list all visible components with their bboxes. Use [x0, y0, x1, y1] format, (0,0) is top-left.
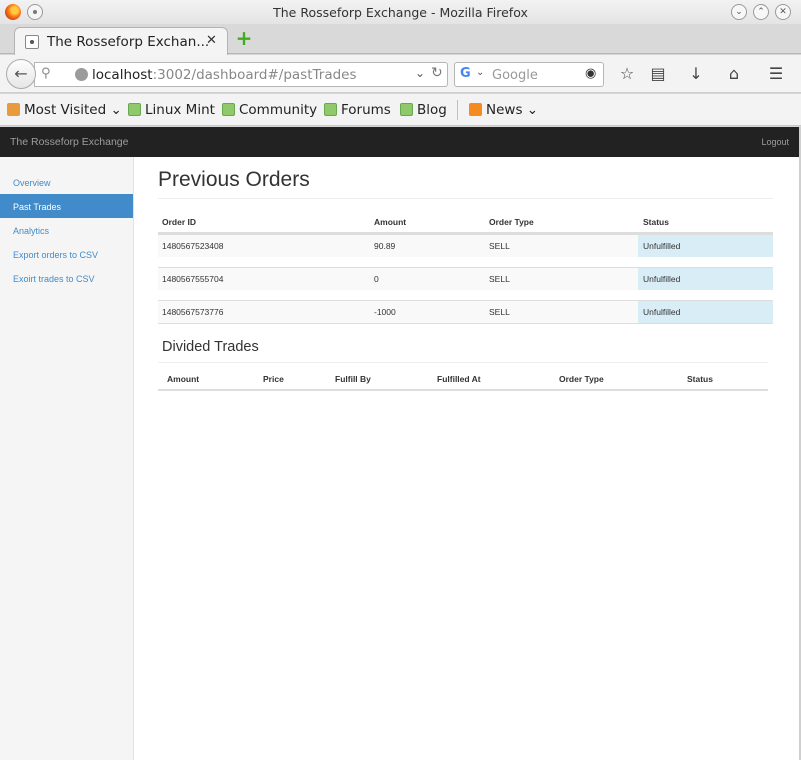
- bookmark-most-visited[interactable]: Most Visited ⌄: [7, 102, 122, 118]
- url-dropdown-chevron-icon[interactable]: ⌄: [415, 66, 425, 80]
- minimize-button[interactable]: ⌄: [731, 4, 747, 20]
- table-row: 1480567573776 -1000 SELL Unfulfilled: [158, 300, 773, 323]
- sidebar-item-export-orders[interactable]: Export orders to CSV: [0, 242, 133, 266]
- browser-tab[interactable]: The Rosseforp Exchan... ✕: [14, 27, 228, 55]
- order-type-cell: SELL: [489, 307, 510, 317]
- table-row: 1480567523408 90.89 SELL Unfulfilled: [158, 234, 773, 257]
- url-path: :3002/dashboard#/pastTrades: [152, 67, 357, 83]
- close-tab-icon[interactable]: ✕: [206, 33, 217, 48]
- column-header-fulfilled-at: Fulfilled At: [437, 374, 481, 384]
- sidebar-item-analytics[interactable]: Analytics: [0, 218, 133, 242]
- bookmark-label: Forums: [341, 102, 391, 118]
- bookmark-label: Blog: [417, 102, 447, 118]
- order-id-cell: 1480567523408: [162, 241, 224, 251]
- title-divider: [158, 198, 773, 199]
- chevron-down-icon: ⌄: [110, 102, 122, 118]
- trades-title-divider: [158, 362, 768, 363]
- app-navbar: The Rosseforp Exchange Logout: [0, 127, 799, 157]
- amount-cell: 0: [374, 274, 379, 284]
- search-engine-chevron-icon[interactable]: ⌄: [476, 67, 484, 78]
- bookmark-label: Linux Mint: [145, 102, 215, 118]
- bookmark-label: Community: [239, 102, 318, 118]
- sidebar-item-past-trades[interactable]: Past Trades: [0, 194, 133, 218]
- bookmark-community[interactable]: Community: [222, 102, 317, 118]
- reload-icon[interactable]: ↻: [431, 65, 443, 81]
- rss-icon: [469, 103, 482, 116]
- maximize-button[interactable]: ⌃: [753, 4, 769, 20]
- url-host: localhost: [92, 67, 153, 83]
- amount-cell: 90.89: [374, 241, 396, 251]
- column-header-price: Price: [263, 374, 284, 384]
- search-bar[interactable]: G ⌄ Google ◉: [454, 62, 604, 87]
- sidebar: Overview Past Trades Analytics Export or…: [0, 157, 134, 760]
- url-bar[interactable]: ⚲ localhost:3002/dashboard#/pastTrades ⌄…: [34, 62, 448, 87]
- column-header-fulfill-by: Fulfill By: [335, 374, 371, 384]
- home-icon[interactable]: ⌂: [724, 65, 744, 85]
- status-cell: Unfulfilled: [638, 235, 773, 257]
- table-bottom-border: [158, 323, 773, 324]
- bookmarks-separator: [457, 100, 458, 120]
- sidebar-item-overview[interactable]: Overview: [0, 170, 133, 194]
- back-button[interactable]: ←: [6, 59, 36, 89]
- bookmark-blog[interactable]: Blog: [400, 102, 447, 118]
- column-header-amount: Amount: [374, 217, 407, 227]
- trades-section-title: Divided Trades: [162, 339, 259, 355]
- url-text[interactable]: localhost:3002/dashboard#/pastTrades: [92, 67, 357, 83]
- column-header-order-id: Order ID: [162, 217, 197, 227]
- orders-table-header: Order ID Amount Order Type Status: [158, 213, 773, 234]
- binoculars-icon[interactable]: ◉: [585, 66, 596, 81]
- column-header-status: Status: [687, 374, 713, 384]
- table-row: 1480567555704 0 SELL Unfulfilled: [158, 267, 773, 290]
- bookmark-linux-mint[interactable]: Linux Mint: [128, 102, 215, 118]
- reading-list-icon[interactable]: ▤: [648, 65, 668, 85]
- new-tab-plus-icon[interactable]: +: [235, 28, 253, 48]
- status-text: Unfulfilled: [643, 307, 681, 317]
- main-content: Previous Orders Order ID Amount Order Ty…: [134, 157, 799, 760]
- bookmark-star-icon[interactable]: ☆: [617, 65, 637, 85]
- page-favicon-icon: [25, 35, 39, 49]
- search-placeholder: Google: [492, 68, 538, 83]
- chevron-down-icon: ⌄: [526, 102, 539, 118]
- google-g-icon[interactable]: G: [460, 66, 471, 81]
- tab-strip: The Rosseforp Exchan... ✕ +: [0, 24, 801, 55]
- bookmark-news[interactable]: News ⌄: [469, 102, 538, 118]
- status-cell: Unfulfilled: [638, 268, 773, 290]
- column-header-order-type: Order Type: [559, 374, 604, 384]
- window-titlebar: The Rosseforp Exchange - Mozilla Firefox…: [0, 0, 801, 24]
- status-text: Unfulfilled: [643, 241, 681, 251]
- bookmark-label: Most Visited: [24, 102, 107, 118]
- logout-link[interactable]: Logout: [761, 137, 789, 147]
- trades-table-header: Amount Price Fulfill By Fulfilled At Ord…: [158, 370, 768, 391]
- mint-icon: [128, 103, 141, 116]
- column-header-status: Status: [643, 217, 669, 227]
- order-id-cell: 1480567555704: [162, 274, 224, 284]
- orders-table: Order ID Amount Order Type Status 148056…: [158, 213, 773, 324]
- bookmark-label: News: [486, 102, 523, 118]
- order-type-cell: SELL: [489, 241, 510, 251]
- column-header-order-type: Order Type: [489, 217, 534, 227]
- page-title: Previous Orders: [158, 168, 310, 191]
- navigation-toolbar: ⚲ localhost:3002/dashboard#/pastTrades ⌄…: [0, 55, 801, 93]
- globe-icon: [75, 68, 88, 81]
- downloads-arrow-icon[interactable]: ↓: [686, 65, 706, 85]
- amount-cell: -1000: [374, 307, 396, 317]
- sidebar-item-export-trades[interactable]: Exoirt trades to CSV: [0, 266, 133, 290]
- status-cell: Unfulfilled: [638, 301, 773, 323]
- status-text: Unfulfilled: [643, 274, 681, 284]
- folder-icon: [7, 103, 20, 116]
- mint-icon: [400, 103, 413, 116]
- close-window-button[interactable]: ✕: [775, 4, 791, 20]
- window-title: The Rosseforp Exchange - Mozilla Firefox: [273, 5, 528, 20]
- mint-icon: [222, 103, 235, 116]
- mint-icon: [324, 103, 337, 116]
- bookmark-forums[interactable]: Forums: [324, 102, 391, 118]
- order-id-cell: 1480567573776: [162, 307, 224, 317]
- bookmarks-toolbar: Most Visited ⌄ Linux Mint Community Foru…: [0, 94, 801, 126]
- tab-title: The Rosseforp Exchan...: [47, 34, 210, 50]
- column-header-amount: Amount: [167, 374, 200, 384]
- site-identity-key-icon[interactable]: ⚲: [41, 66, 51, 81]
- app-brand-link[interactable]: The Rosseforp Exchange: [10, 136, 128, 148]
- hamburger-menu-icon[interactable]: ☰: [766, 65, 786, 85]
- order-type-cell: SELL: [489, 274, 510, 284]
